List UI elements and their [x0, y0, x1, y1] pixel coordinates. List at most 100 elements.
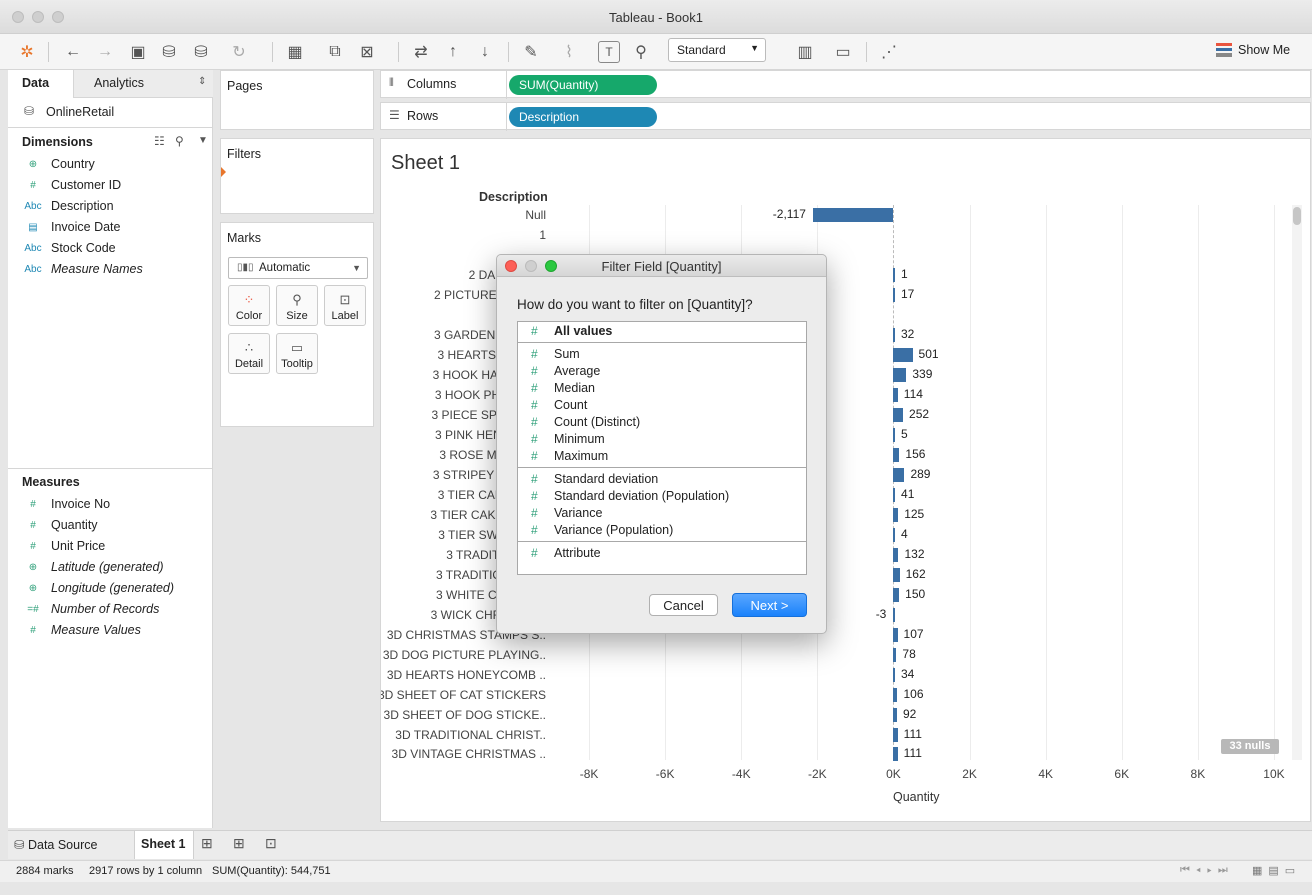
tab-sheet-1[interactable]: Sheet 1 — [134, 831, 194, 859]
bar[interactable] — [893, 468, 905, 482]
color-button[interactable]: ⁘ Color — [228, 285, 270, 326]
detail-button[interactable]: ∴ Detail — [228, 333, 270, 374]
forward-arrow-icon[interactable]: → — [92, 39, 118, 65]
mark-type-dropdown[interactable]: ▯▮▯ Automatic ▼ — [228, 257, 368, 279]
aggregation-option[interactable]: # Count (Distinct) — [518, 414, 806, 431]
row-label[interactable]: 3D HEARTS HONEYCOMB .. — [387, 668, 546, 682]
tab-analytics[interactable]: Analytics — [94, 76, 144, 90]
row-label[interactable]: 3D TRADITIONAL CHRIST.. — [395, 728, 546, 742]
bar[interactable] — [812, 208, 894, 222]
bar[interactable] — [893, 288, 895, 302]
group-members-icon[interactable]: ⌇ — [556, 39, 582, 65]
dialog-minimize-button[interactable] — [525, 260, 537, 272]
field-quantity[interactable]: # Quantity — [8, 515, 213, 535]
bar[interactable] — [893, 668, 895, 682]
field-country[interactable]: ⊕ Country — [8, 154, 213, 174]
bar[interactable] — [893, 628, 898, 642]
next-button[interactable]: Next > — [732, 593, 807, 617]
tab-data-source[interactable]: ⛁ Data Source — [8, 831, 134, 859]
sheet-navigation-icon[interactable]: ⏮◂▸⏭ — [1180, 864, 1234, 877]
bar[interactable] — [893, 328, 895, 342]
bar[interactable] — [893, 708, 897, 722]
bar[interactable] — [893, 588, 900, 602]
bar[interactable] — [893, 488, 895, 502]
aggregation-option[interactable]: # Standard deviation (Population) — [518, 488, 806, 505]
bar[interactable] — [893, 548, 899, 562]
row-label[interactable]: 3D SHEET OF DOG STICKE.. — [384, 708, 546, 722]
show-cards-icon[interactable]: ▥ — [792, 39, 818, 65]
row-label[interactable]: 1 — [539, 228, 546, 242]
bar[interactable] — [893, 448, 900, 462]
aggregation-option[interactable]: # Maximum — [518, 448, 806, 465]
new-worksheet-tab-icon[interactable]: ⊞ — [201, 835, 213, 852]
bar[interactable] — [893, 648, 897, 662]
columns-shelf[interactable]: ⦀ Columns SUM(Quantity) — [380, 70, 1311, 99]
aggregation-option[interactable]: # Variance (Population) — [518, 522, 806, 539]
bar[interactable] — [893, 528, 895, 542]
row-label[interactable]: 3D SHEET OF CAT STICKERS — [381, 688, 546, 702]
row-label[interactable]: Null — [525, 208, 546, 222]
row-label[interactable]: 3D VINTAGE CHRISTMAS .. — [392, 747, 546, 761]
bar[interactable] — [893, 608, 895, 622]
pause-updates-icon[interactable]: ⛁ — [188, 39, 214, 65]
bar[interactable] — [893, 728, 898, 742]
aggregation-option[interactable]: # Count — [518, 397, 806, 414]
new-datasource-icon[interactable]: ⛁ — [156, 39, 182, 65]
datasource-name[interactable]: OnlineRetail — [46, 105, 114, 119]
aggregation-option[interactable]: # Variance — [518, 505, 806, 522]
aggregation-option[interactable]: # Attribute — [518, 545, 806, 562]
field-measure-names[interactable]: Abc Measure Names — [8, 259, 213, 279]
columns-pill[interactable]: SUM(Quantity) — [509, 75, 657, 95]
field-latitude-generated[interactable]: ⊕ Latitude (generated) — [8, 557, 213, 577]
save-icon[interactable]: ▣ — [125, 39, 151, 65]
bar[interactable] — [893, 508, 899, 522]
tooltip-button[interactable]: ▭ Tooltip — [276, 333, 318, 374]
clear-sheet-icon[interactable]: ⊠ — [354, 39, 380, 65]
bar[interactable] — [893, 368, 907, 382]
field-longitude-generated[interactable]: ⊕ Longitude (generated) — [8, 578, 213, 598]
tableau-logo-icon[interactable]: ✲ — [14, 39, 40, 65]
scrollbar-thumb[interactable] — [1293, 207, 1301, 225]
field-measure-values[interactable]: # Measure Values — [8, 620, 213, 640]
field-description[interactable]: Abc Description — [8, 196, 213, 216]
row-label[interactable]: 3D DOG PICTURE PLAYING.. — [383, 648, 546, 662]
pane-menu-icon[interactable]: ⇕ — [198, 76, 206, 87]
presentation-mode-icon[interactable]: ▭ — [830, 39, 856, 65]
bar[interactable] — [893, 428, 895, 442]
field-number-of-records[interactable]: =# Number of Records — [8, 599, 213, 619]
refresh-icon[interactable]: ↻ — [226, 39, 252, 65]
aggregation-option[interactable]: # Sum — [518, 346, 806, 363]
chevron-down-icon[interactable]: ▼ — [198, 135, 208, 146]
field-invoice-date[interactable]: ▤ Invoice Date — [8, 217, 213, 237]
view-mode-icon[interactable]: ▦▤▭ — [1252, 864, 1301, 877]
search-icon[interactable]: ⚲ — [175, 134, 184, 148]
bar[interactable] — [893, 747, 898, 761]
vertical-scrollbar[interactable] — [1292, 205, 1302, 760]
bar[interactable] — [893, 348, 913, 362]
bar[interactable] — [893, 268, 895, 282]
pages-card[interactable]: Pages — [220, 70, 374, 130]
sort-ascending-icon[interactable]: ↑ — [440, 39, 466, 65]
aggregation-option[interactable]: # All values — [518, 323, 806, 340]
list-view-icon[interactable]: ☷ — [154, 134, 165, 148]
bar[interactable] — [893, 688, 898, 702]
new-story-tab-icon[interactable]: ⊡ — [265, 835, 277, 852]
field-customer-id[interactable]: # Customer ID — [8, 175, 213, 195]
dialog-close-button[interactable] — [505, 260, 517, 272]
tab-data[interactable]: Data — [8, 70, 74, 98]
field-invoice-no[interactable]: # Invoice No — [8, 494, 213, 514]
show-mark-labels-icon[interactable]: T — [598, 41, 620, 63]
bar[interactable] — [893, 408, 904, 422]
aggregation-option[interactable]: # Average — [518, 363, 806, 380]
share-icon[interactable]: ⋰ — [876, 39, 902, 65]
swap-rows-columns-icon[interactable]: ⇄ — [408, 39, 434, 65]
new-dashboard-tab-icon[interactable]: ⊞ — [233, 835, 245, 852]
back-arrow-icon[interactable]: ← — [60, 39, 86, 65]
fix-axes-icon[interactable]: ⚲ — [628, 39, 654, 65]
filters-card[interactable]: Filters — [220, 138, 374, 214]
label-button[interactable]: ⊡ Label — [324, 285, 366, 326]
aggregation-option[interactable]: # Minimum — [518, 431, 806, 448]
field-stock-code[interactable]: Abc Stock Code — [8, 238, 213, 258]
aggregation-option[interactable]: # Standard deviation — [518, 471, 806, 488]
nulls-indicator[interactable]: 33 nulls — [1221, 739, 1279, 754]
